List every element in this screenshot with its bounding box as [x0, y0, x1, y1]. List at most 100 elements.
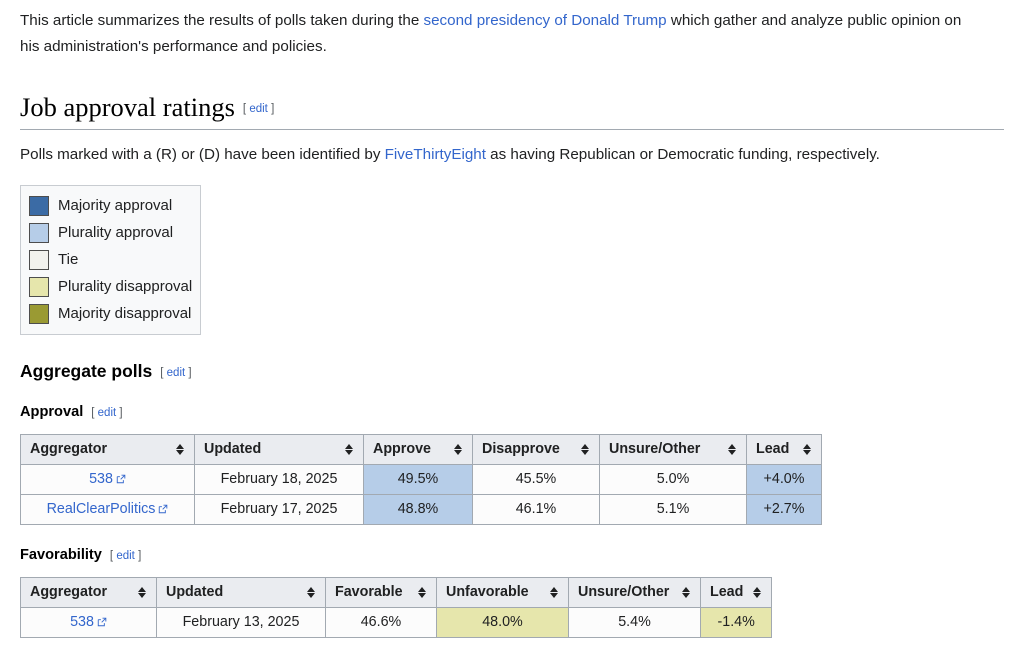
column-header-label: Aggregator	[30, 584, 108, 601]
link-fivethirtyeight[interactable]: FiveThirtyEight	[385, 146, 486, 163]
bracket-open: [	[160, 366, 164, 379]
favorability-title: Favorability	[20, 547, 102, 564]
column-header-label: Disapprove	[482, 441, 560, 458]
legend-item: Plurality disapproval	[29, 273, 192, 300]
intro-text-before: This article summarizes the results of p…	[20, 12, 424, 29]
column-header-label: Unsure/Other	[578, 584, 670, 601]
approval-title: Approval	[20, 404, 84, 421]
cell-lead: +4.0%	[746, 464, 822, 496]
column-header-label: Approve	[373, 441, 431, 458]
bracket-close: ]	[138, 549, 142, 562]
cell-unsure-other: 5.4%	[568, 607, 701, 639]
edit-section-link-wrapper: [ edit ]	[243, 103, 274, 115]
sort-arrows-icon[interactable]	[176, 443, 185, 456]
section-title-text: Job approval ratings	[20, 92, 235, 122]
sort-arrows-icon[interactable]	[728, 443, 737, 456]
sort-arrows-icon[interactable]	[753, 586, 762, 599]
favorability-table-body: 538 February 13, 2025 46.6% 48.0% 5.4% -…	[20, 607, 773, 639]
column-header-aggregator[interactable]: Aggregator	[20, 577, 157, 609]
legend-swatch-majority-approval	[29, 195, 49, 216]
edit-section-link-wrapper: [ edit ]	[110, 550, 141, 562]
edit-section-link-wrapper: [ edit ]	[91, 407, 122, 419]
edit-link-job-approval-ratings[interactable]: edit	[249, 103, 268, 115]
cell-updated: February 13, 2025	[156, 607, 326, 639]
sort-arrows-icon[interactable]	[418, 586, 427, 599]
favorability-table-head: Aggregator Updated Favorable Unfavorable…	[20, 577, 773, 609]
bracket-close: ]	[188, 366, 192, 379]
approval-color-legend: Majority approval Plurality approval Tie…	[20, 185, 202, 336]
legend-label-majority-approval: Majority approval	[58, 197, 173, 215]
cell-lead: -1.4%	[699, 607, 773, 639]
column-header-unfavorable[interactable]: Unfavorable	[436, 577, 569, 609]
link-second-presidency-of-donald-trump[interactable]: second presidency of Donald Trump	[424, 12, 667, 29]
sort-arrows-icon[interactable]	[345, 443, 354, 456]
bracket-open: [	[242, 103, 247, 116]
approval-table-head: Aggregator Updated Approve Disapprove Un…	[20, 434, 822, 466]
aggregate-polls-title: Aggregate polls	[20, 361, 153, 382]
column-header-lead[interactable]: Lead	[699, 577, 773, 609]
sort-arrows-icon[interactable]	[307, 586, 316, 599]
legend-label-plurality-approval: Plurality approval	[58, 224, 174, 242]
column-header-approve[interactable]: Approve	[363, 434, 473, 466]
approval-aggregate-table: Aggregator Updated Approve Disapprove Un…	[20, 434, 822, 526]
table-header-row: Aggregator Updated Favorable Unfavorable…	[20, 577, 773, 609]
column-header-unsure-other[interactable]: Unsure/Other	[568, 577, 701, 609]
cell-disapprove: 46.1%	[472, 494, 600, 526]
sort-arrows-icon[interactable]	[138, 586, 147, 599]
column-header-label: Updated	[204, 441, 262, 458]
favorability-aggregate-table: Aggregator Updated Favorable Unfavorable…	[20, 577, 773, 639]
legend-label-plurality-disapproval: Plurality disapproval	[58, 278, 193, 296]
cell-favorable: 46.6%	[325, 607, 437, 639]
external-link-icon	[97, 617, 107, 627]
column-header-updated[interactable]: Updated	[156, 577, 326, 609]
approval-table-body: 538 February 18, 2025 49.5% 45.5% 5.0% +…	[20, 464, 822, 526]
legend-swatch-majority-disapproval	[29, 303, 49, 324]
bracket-close: ]	[271, 103, 275, 116]
sort-arrows-icon[interactable]	[454, 443, 463, 456]
link-realclearpolitics[interactable]: RealClearPolitics	[47, 501, 156, 517]
legend-swatch-plurality-disapproval	[29, 276, 49, 297]
cell-updated: February 17, 2025	[194, 494, 364, 526]
legend-label-majority-disapproval: Majority disapproval	[58, 305, 192, 323]
column-header-label: Aggregator	[30, 441, 108, 458]
note-text-before: Polls marked with a (R) or (D) have been…	[20, 146, 385, 164]
external-link-icon	[116, 474, 126, 484]
cell-aggregator: 538	[20, 464, 195, 496]
column-header-label: Lead	[756, 441, 790, 458]
subsection-heading-favorability: Favorability [ edit ]	[20, 547, 1004, 563]
column-header-aggregator[interactable]: Aggregator	[20, 434, 195, 466]
column-header-updated[interactable]: Updated	[194, 434, 364, 466]
cell-aggregator: RealClearPolitics	[20, 494, 195, 526]
edit-link-favorability[interactable]: edit	[116, 550, 135, 562]
cell-unfavorable: 48.0%	[436, 607, 569, 639]
link-538[interactable]: 538	[89, 471, 113, 487]
sort-arrows-icon[interactable]	[803, 443, 812, 456]
cell-disapprove: 45.5%	[472, 464, 600, 496]
column-header-disapprove[interactable]: Disapprove	[472, 434, 600, 466]
column-header-label: Lead	[710, 584, 744, 601]
note-text-after: as having Republican or Democratic fundi…	[485, 146, 880, 164]
sort-arrows-icon[interactable]	[550, 586, 559, 599]
table-row: RealClearPolitics February 17, 2025 48.8…	[20, 494, 822, 526]
legend-item: Majority approval	[29, 192, 192, 219]
article-body: This article summarizes the results of p…	[0, 8, 1024, 639]
link-538[interactable]: 538	[70, 614, 94, 630]
column-header-unsure-other[interactable]: Unsure/Other	[599, 434, 747, 466]
legend-item: Majority disapproval	[29, 300, 192, 327]
sort-arrows-icon[interactable]	[682, 586, 691, 599]
column-header-lead[interactable]: Lead	[746, 434, 822, 466]
edit-link-aggregate-polls[interactable]: edit	[167, 367, 186, 379]
table-header-row: Aggregator Updated Approve Disapprove Un…	[20, 434, 822, 466]
column-header-label: Updated	[166, 584, 224, 601]
sort-arrows-icon[interactable]	[581, 443, 590, 456]
cell-unsure-other: 5.1%	[599, 494, 747, 526]
bracket-open: [	[109, 549, 114, 562]
legend-swatch-plurality-approval	[29, 222, 49, 243]
column-header-label: Favorable	[335, 584, 403, 601]
column-header-favorable[interactable]: Favorable	[325, 577, 437, 609]
table-row: 538 February 18, 2025 49.5% 45.5% 5.0% +…	[20, 464, 822, 496]
subsection-heading-approval: Approval [ edit ]	[20, 404, 1004, 420]
cell-unsure-other: 5.0%	[599, 464, 747, 496]
legend-swatch-tie	[29, 249, 49, 270]
edit-link-approval[interactable]: edit	[98, 407, 117, 419]
